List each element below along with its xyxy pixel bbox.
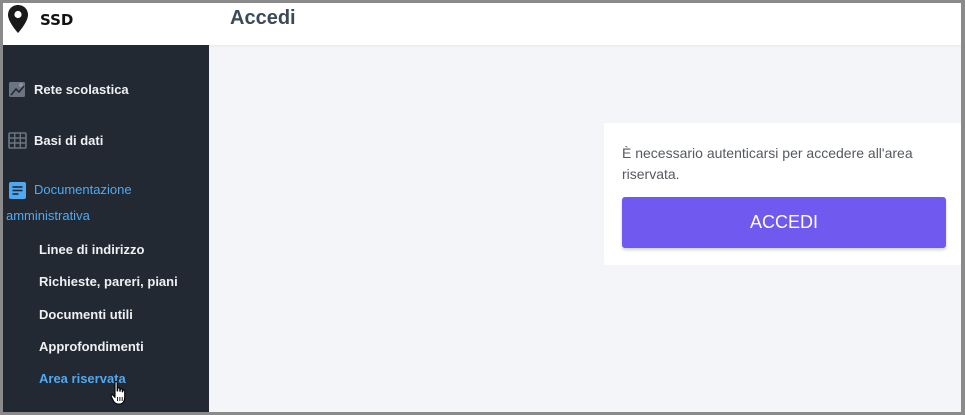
sidebar-item-basi-di-dati[interactable]: Basi di dati	[0, 126, 209, 156]
sidebar-subitem-linee-di-indirizzo[interactable]: Linee di indirizzo	[39, 242, 144, 257]
login-required-card: È necessario autenticarsi per accedere a…	[604, 123, 961, 265]
top-bar: SSD Accedi	[0, 0, 965, 45]
map-icon	[9, 82, 25, 97]
sidebar-subitem-richieste-pareri-piani[interactable]: Richieste, pareri, piani	[39, 274, 178, 289]
sidebar-subitem-approfondimenti[interactable]: Approfondimenti	[39, 339, 144, 354]
sidebar-subitem-documenti-utili[interactable]: Documenti utili	[39, 307, 133, 322]
sidebar-item-label: Basi di dati	[34, 133, 104, 148]
sidebar-item-label-line2: amministrativa	[6, 208, 90, 223]
app-logo-text[interactable]: SSD	[40, 11, 73, 29]
sidebar: Rete scolastica Basi di dati Documentazi…	[0, 45, 209, 415]
sidebar-item-rete-scolastica[interactable]: Rete scolastica	[0, 75, 209, 105]
sidebar-item-label-line1: Documentazione	[34, 182, 132, 197]
login-button[interactable]: ACCEDI	[622, 197, 946, 248]
map-pin-icon	[8, 5, 28, 33]
page-title: Accedi	[230, 7, 296, 29]
sidebar-item-documentazione-amministrativa[interactable]: Documentazione amministrativa	[0, 182, 209, 226]
table-grid-icon	[8, 132, 27, 149]
sidebar-item-label: Rete scolastica	[34, 82, 129, 97]
document-icon	[9, 182, 26, 199]
authentication-message: È necessario autenticarsi per accedere a…	[622, 145, 913, 182]
hand-pointer-cursor-icon	[110, 381, 126, 405]
